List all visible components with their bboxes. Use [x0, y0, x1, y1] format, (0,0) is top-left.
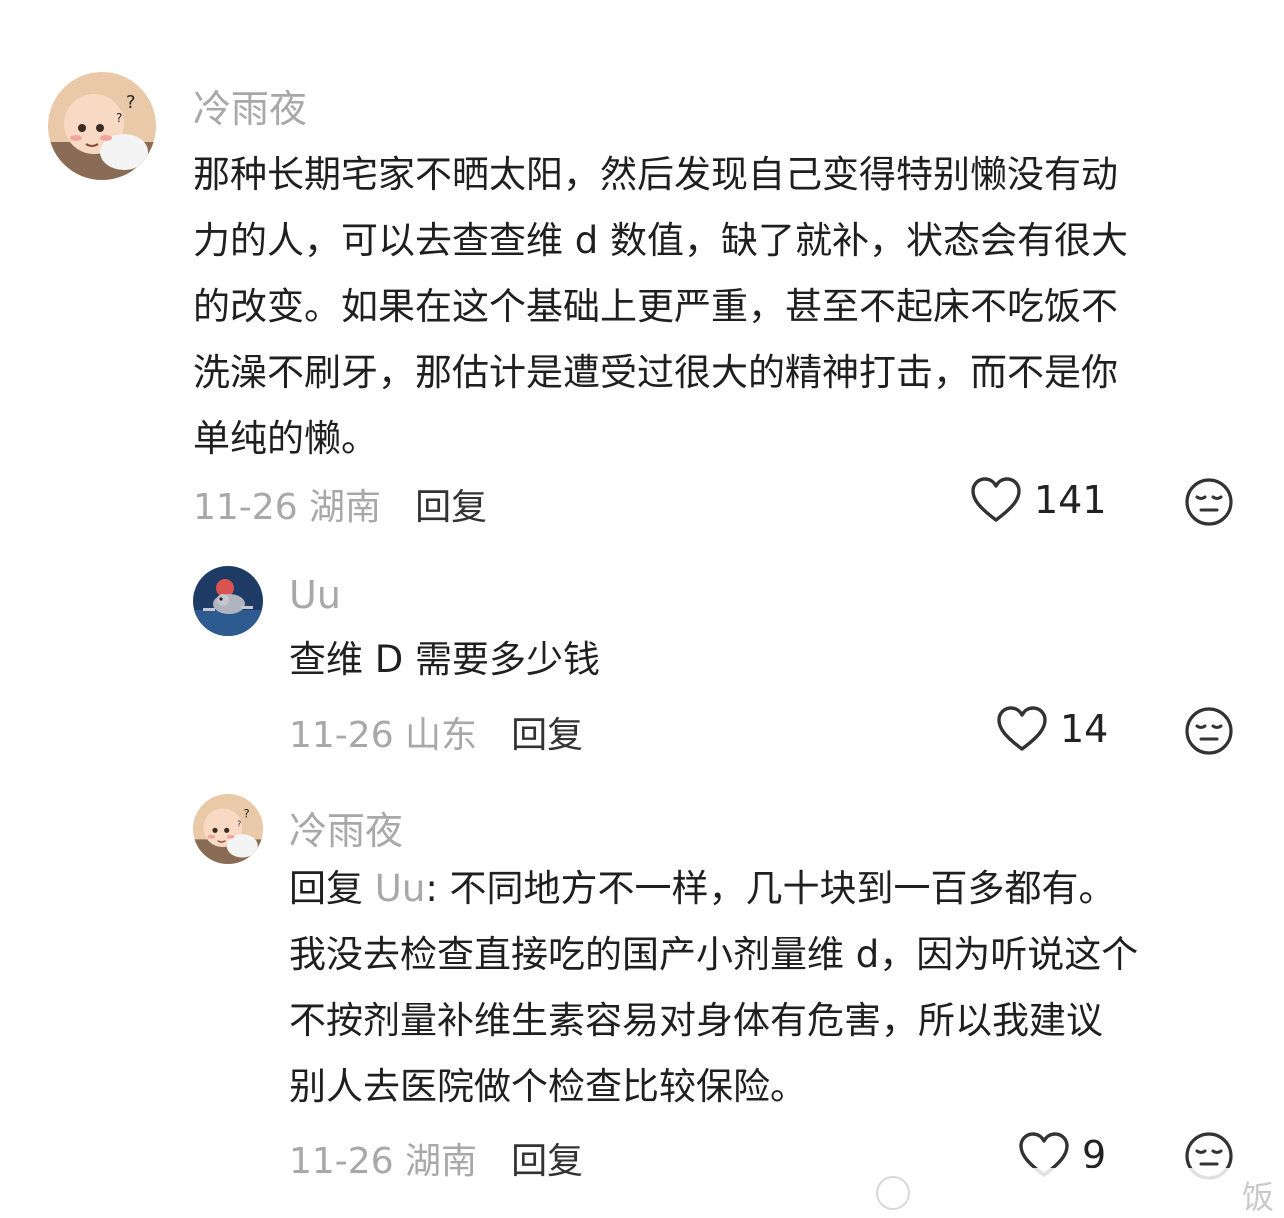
svg-text:?: ? [126, 92, 136, 113]
comment-text: 回复 Uu: 不同地方不一样，几十块到一百多都有。 我没去检查直接吃的国产小剂量… [289, 856, 1138, 1120]
svg-text:?: ? [244, 806, 250, 820]
username[interactable]: 冷雨夜 [289, 800, 403, 855]
react-button[interactable] [1184, 477, 1234, 527]
comment-text: 查维 D 需要多少钱 [289, 628, 600, 692]
react-button[interactable] [1184, 706, 1234, 756]
comment-meta: 11-26 湖南 回复 [193, 478, 487, 530]
cartoon-baby-avatar-icon: ? ? [48, 72, 156, 180]
like-count: 14 [1060, 707, 1109, 751]
comment-meta: 11-26 湖南 回复 [289, 1132, 583, 1184]
neutral-face-icon [1185, 707, 1233, 755]
comment-text-line: 回复 Uu: 不同地方不一样，几十块到一百多都有。 [289, 856, 1138, 922]
comment-text-line: 那种长期宅家不晒太阳，然后发现自己变得特别懒没有动 [193, 153, 1118, 196]
comment-text-first-line: : 不同地方不一样，几十块到一百多都有。 [425, 867, 1116, 910]
comment-meta: 11-26 山东 回复 [289, 706, 583, 758]
username[interactable]: Uu [289, 573, 341, 617]
svg-text:?: ? [116, 111, 122, 125]
user-avatar[interactable]: ? ? [193, 794, 263, 864]
date-location: 11-26 山东 [289, 715, 478, 756]
comment-text-line: 不按剂量补维生素容易对身体有危害，所以我建议 [289, 999, 1103, 1042]
like-button[interactable]: 14 [996, 705, 1108, 753]
neutral-face-icon [1185, 478, 1233, 526]
comment-text-line: 洗澡不刷牙，那估计是遭受过很大的精神打击，而不是你 [193, 351, 1118, 394]
comment-text-line: 的改变。如果在这个基础上更严重，甚至不起床不吃饭不 [193, 285, 1118, 328]
date-location: 11-26 湖南 [289, 1141, 478, 1182]
comment-text: 那种长期宅家不晒太阳，然后发现自己变得特别懒没有动 力的人，可以去查查维 d 数… [193, 142, 1128, 472]
like-count: 141 [1034, 478, 1107, 522]
comment-text-line: 我没去检查直接吃的国产小剂量维 d，因为听说这个 [289, 933, 1139, 976]
cartoon-baby-avatar-icon: ? ? [193, 794, 263, 864]
reply-prefix: 回复 [289, 867, 375, 910]
user-avatar[interactable] [193, 566, 263, 636]
reply-button[interactable]: 回复 [415, 487, 487, 528]
watermark-logo-icon [876, 1176, 910, 1210]
user-avatar[interactable]: ? ? [48, 72, 156, 180]
cartoon-mouse-avatar-icon [193, 566, 263, 636]
svg-text:?: ? [237, 819, 241, 828]
watermark: 饭 [870, 1168, 1284, 1218]
username[interactable]: 冷雨夜 [193, 78, 307, 133]
reply-button[interactable]: 回复 [511, 1141, 583, 1182]
comment-text-line: 别人去医院做个检查比较保险。 [289, 1065, 807, 1108]
comment-text-line: 单纯的懒。 [193, 417, 378, 460]
watermark-text: 饭 [1241, 1178, 1274, 1216]
like-button[interactable]: 141 [970, 476, 1107, 524]
heart-outline-icon [997, 706, 1047, 751]
heart-outline-icon [971, 477, 1021, 522]
comment-text-line: 查维 D 需要多少钱 [289, 638, 601, 681]
comment-text-line: 力的人，可以去查查维 d 数值，缺了就补，状态会有很大 [193, 219, 1129, 262]
reply-button[interactable]: 回复 [511, 715, 583, 756]
date-location: 11-26 湖南 [193, 487, 382, 528]
reply-to-username[interactable]: Uu [375, 867, 426, 910]
